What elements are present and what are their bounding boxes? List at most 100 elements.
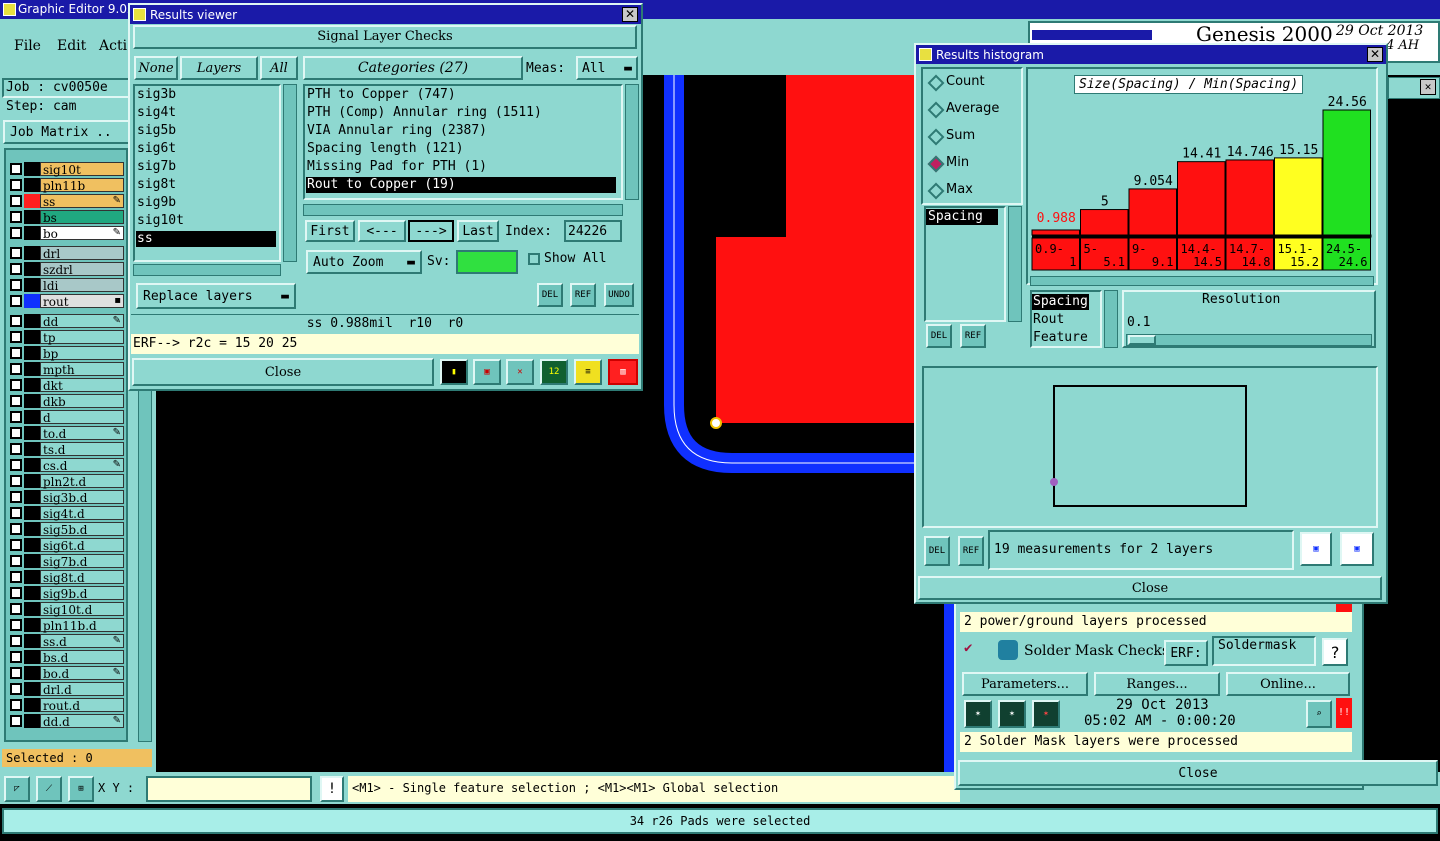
layer-row[interactable]: szdrl [8,262,124,277]
layer-checkbox[interactable] [10,683,22,695]
meas-select[interactable]: All ▬ [576,56,638,80]
alert-icon[interactable]: ! [320,776,344,802]
number-icon[interactable]: 12 [540,359,568,385]
hist-del2-icon[interactable]: DEL [924,536,950,566]
layer-checkbox[interactable] [10,347,22,359]
hist-list-scrollbar[interactable] [1008,206,1022,322]
histogram-bar[interactable] [1322,109,1371,236]
layer-checkbox[interactable] [10,443,22,455]
auto-zoom-select[interactable]: Auto Zoom ▬ [306,250,422,274]
layer-checkbox[interactable] [10,179,22,191]
rv-category-item[interactable]: Spacing length (121) [306,141,616,157]
layer-row[interactable]: sig4t.d [8,506,124,521]
help-button[interactable]: ? [1322,638,1348,666]
layer-row[interactable]: sig10t.d [8,602,124,617]
online-button[interactable]: Online... [1226,672,1350,696]
menu-file[interactable]: File [14,38,41,54]
layer-row[interactable]: ts.d [8,442,124,457]
rv-category-item[interactable]: Missing Pad for PTH (1) [306,159,616,175]
histogram-bar[interactable] [1274,157,1323,236]
check-mark-icon[interactable]: ✔ [964,640,980,656]
histogram-bar[interactable] [1031,229,1080,236]
layer-checkbox[interactable] [10,395,22,407]
all-button[interactable]: All [260,56,298,80]
rv-layer-item[interactable]: sig7b [136,159,276,175]
layer-row[interactable]: sig8t.d [8,570,124,585]
layer-checkbox[interactable] [10,539,22,551]
histogram-icon[interactable]: ▥ [608,359,638,385]
layer-checkbox[interactable] [10,459,22,471]
rv-category-item[interactable]: PTH to Copper (747) [306,87,616,103]
histogram-bar[interactable] [1128,188,1177,236]
layer-checkbox[interactable] [10,279,22,291]
run-icon[interactable]: ✶ [964,700,992,728]
layer-row[interactable]: bo ✎ [8,226,124,241]
hist-ref-icon[interactable]: REF [960,324,986,348]
histogram-bar[interactable] [1080,209,1129,236]
show-all-checkbox[interactable] [528,253,540,265]
layer-row[interactable]: pln11b.d [8,618,124,633]
rv-layer-item[interactable]: sig5b [136,123,276,139]
layer-row[interactable]: d [8,410,124,425]
layer-checkbox[interactable] [10,195,22,207]
close-icon[interactable]: ✕ [622,7,638,22]
layer-checkbox[interactable] [10,211,22,223]
hist-del-icon[interactable]: DEL [926,324,952,348]
rv-category-item[interactable]: PTH (Comp) Annular ring (1511) [306,105,616,121]
undo-icon[interactable]: UNDO [604,283,634,307]
layer-row[interactable]: dkt [8,378,124,393]
del-icon[interactable]: DEL [537,283,563,307]
sv-color-select[interactable] [456,250,518,274]
layer-checkbox[interactable] [10,507,22,519]
layer-row[interactable]: bs.d [8,650,124,665]
rv-category-item[interactable]: VIA Annular ring (2387) [306,123,616,139]
layer-checkbox[interactable] [10,651,22,663]
layer-row[interactable]: dkb [8,394,124,409]
rv-layer-item[interactable]: sig6t [136,141,276,157]
rv-category-item[interactable]: Rout to Copper (19) [306,177,616,193]
layer-row[interactable]: pln11b [8,178,124,193]
layer-row[interactable]: drl [8,246,124,261]
layer-checkbox[interactable] [10,523,22,535]
layer-checkbox[interactable] [10,411,22,423]
layer-row[interactable]: tp [8,330,124,345]
layer-checkbox[interactable] [10,491,22,503]
flag-icon[interactable]: ▮ [440,359,468,385]
last-button[interactable]: Last [457,220,499,242]
rv-layer-item[interactable]: sig10t [136,213,276,229]
run-all-icon[interactable]: ✶ [998,700,1026,728]
layer-row[interactable]: bp [8,346,124,361]
layer-row[interactable]: dd ✎ [8,314,124,329]
grid-icon[interactable]: ⊞ [68,776,94,802]
layer-checkbox[interactable] [10,603,22,615]
layer-checkbox[interactable] [10,295,22,307]
checklist-close-button[interactable]: Close [958,760,1438,786]
chart-hscroll[interactable] [1030,276,1374,286]
layer-checkbox[interactable] [10,715,22,727]
type-list-item[interactable]: Spacing [1032,294,1089,310]
layer-checkbox[interactable] [10,587,22,599]
none-button[interactable]: None [134,56,178,80]
layer-row[interactable]: rout.d [8,698,124,713]
rv-cat-scrollbar[interactable] [625,84,639,200]
layer-row[interactable]: ldi [8,278,124,293]
layer-row[interactable]: drl.d [8,682,124,697]
import-icon[interactable]: ▣ [1340,532,1374,566]
type-list-item[interactable]: Rout [1032,312,1065,328]
hist-list-item[interactable]: Spacing [926,209,998,225]
layer-row[interactable]: rout ▪ [8,294,124,309]
erf-label-button[interactable]: ERF: [1164,640,1208,666]
rv-layer-item[interactable]: sig3b [136,87,276,103]
layer-row[interactable]: bo.d ✎ [8,666,124,681]
rv-layer-hscroll[interactable] [133,264,281,276]
layer-checkbox[interactable] [10,555,22,567]
layer-checkbox[interactable] [10,619,22,631]
rv-layer-scrollbar[interactable] [283,84,297,262]
menu-edit[interactable]: Edit [57,38,86,54]
layer-row[interactable]: pln2t.d [8,474,124,489]
rv-layer-item[interactable]: sig8t [136,177,276,193]
layer-row[interactable]: ss ✎ [8,194,124,209]
rv-layer-item[interactable]: ss [136,231,276,247]
zoom-red-icon[interactable]: ▣ [473,359,501,385]
layer-row[interactable]: mpth [8,362,124,377]
